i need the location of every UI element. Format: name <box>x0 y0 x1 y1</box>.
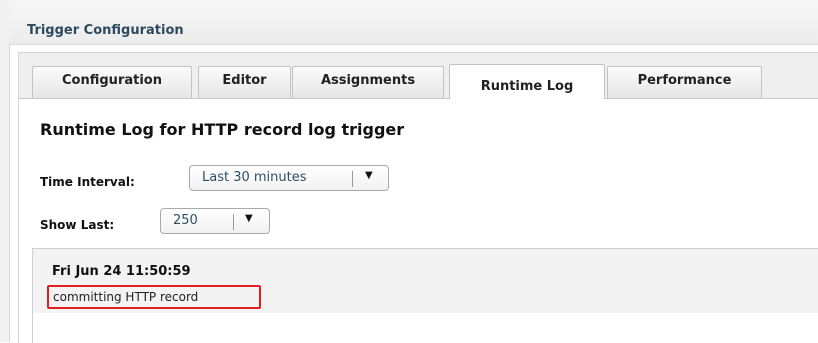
tab-runtime-log[interactable]: Runtime Log <box>449 64 605 99</box>
time-interval-label: Time Interval: <box>40 175 135 189</box>
show-last-select[interactable]: 250 ▼ <box>160 208 270 234</box>
time-interval-select[interactable]: Last 30 minutes ▼ <box>189 165 389 191</box>
tab-assignments[interactable]: Assignments <box>292 66 444 98</box>
tabs-divider <box>19 98 818 99</box>
tab-editor[interactable]: Editor <box>198 66 291 98</box>
select-separator <box>233 214 234 230</box>
log-entry-timestamp: Fri Jun 24 11:50:59 <box>52 264 191 279</box>
chevron-down-icon: ▼ <box>365 170 373 181</box>
panel-header: Trigger Configuration <box>9 0 818 45</box>
show-last-label: Show Last: <box>40 218 115 232</box>
chevron-down-icon: ▼ <box>245 213 253 224</box>
panel-title: Trigger Configuration <box>27 23 184 38</box>
tab-configuration[interactable]: Configuration <box>32 66 192 98</box>
runtime-log-heading: Runtime Log for HTTP record log trigger <box>40 120 405 139</box>
tab-performance[interactable]: Performance <box>607 66 762 98</box>
select-separator <box>352 171 353 187</box>
log-entry-message: committing HTTP record <box>47 285 261 309</box>
time-interval-value: Last 30 minutes <box>202 170 307 185</box>
left-rail <box>0 0 10 342</box>
show-last-value: 250 <box>173 213 198 228</box>
